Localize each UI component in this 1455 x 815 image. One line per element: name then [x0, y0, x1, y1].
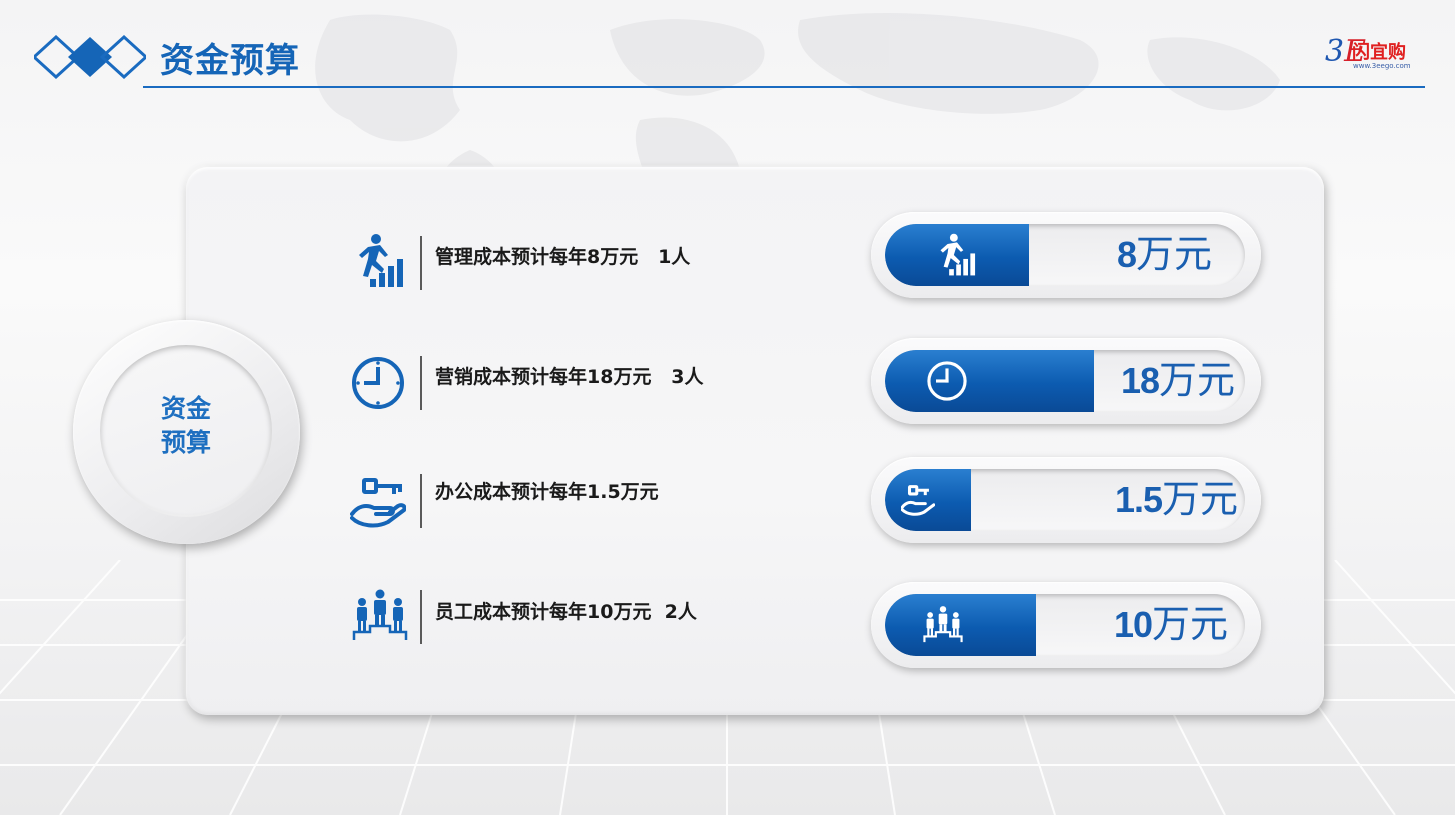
bar-value: 18万元: [1121, 360, 1236, 402]
budget-bar-marketing: 18万元: [871, 338, 1261, 424]
page-title: 资金预算: [160, 41, 300, 81]
clock-icon: [927, 361, 967, 401]
climbing-stairs-icon: [940, 233, 976, 276]
row-separator: [420, 356, 422, 410]
hand-key-icon: [901, 485, 935, 516]
clock-icon: [352, 357, 404, 409]
climbing-stairs-icon: [359, 234, 403, 287]
bar-fill: [885, 350, 1094, 412]
row-label-marketing: 营销成本预计每年18万元 3人: [435, 366, 704, 388]
row-label-management: 管理成本预计每年8万元 1人: [435, 246, 691, 268]
badge-label-line1: 资金: [160, 394, 211, 423]
budget-bar-management: 8万元: [871, 212, 1261, 298]
budget-bar-office: 1.5万元: [871, 457, 1261, 543]
row-label-office: 办公成本预计每年1.5万元: [435, 481, 659, 503]
row-label-staff: 员工成本预计每年10万元 2人: [435, 601, 697, 623]
header-divider: [143, 86, 1425, 88]
brand-name: 闪宜购: [1352, 42, 1406, 63]
row-separator: [420, 474, 422, 528]
bar-value: 8万元: [1117, 234, 1213, 276]
badge-label-line2: 预算: [160, 428, 211, 457]
budget-bar-staff: 10万元: [871, 582, 1261, 668]
bar-value: 10万元: [1114, 604, 1229, 646]
hand-key-icon: [350, 478, 406, 528]
row-separator: [420, 236, 422, 290]
team-podium-icon: [923, 606, 963, 643]
diamond-logo-icon: [34, 35, 146, 79]
row-separator: [420, 590, 422, 644]
badge-label: 资金 预算: [100, 392, 272, 460]
team-podium-icon: [352, 589, 408, 640]
brand-url: www.3eego.com: [1353, 62, 1411, 70]
bar-value: 1.5万元: [1115, 479, 1239, 521]
